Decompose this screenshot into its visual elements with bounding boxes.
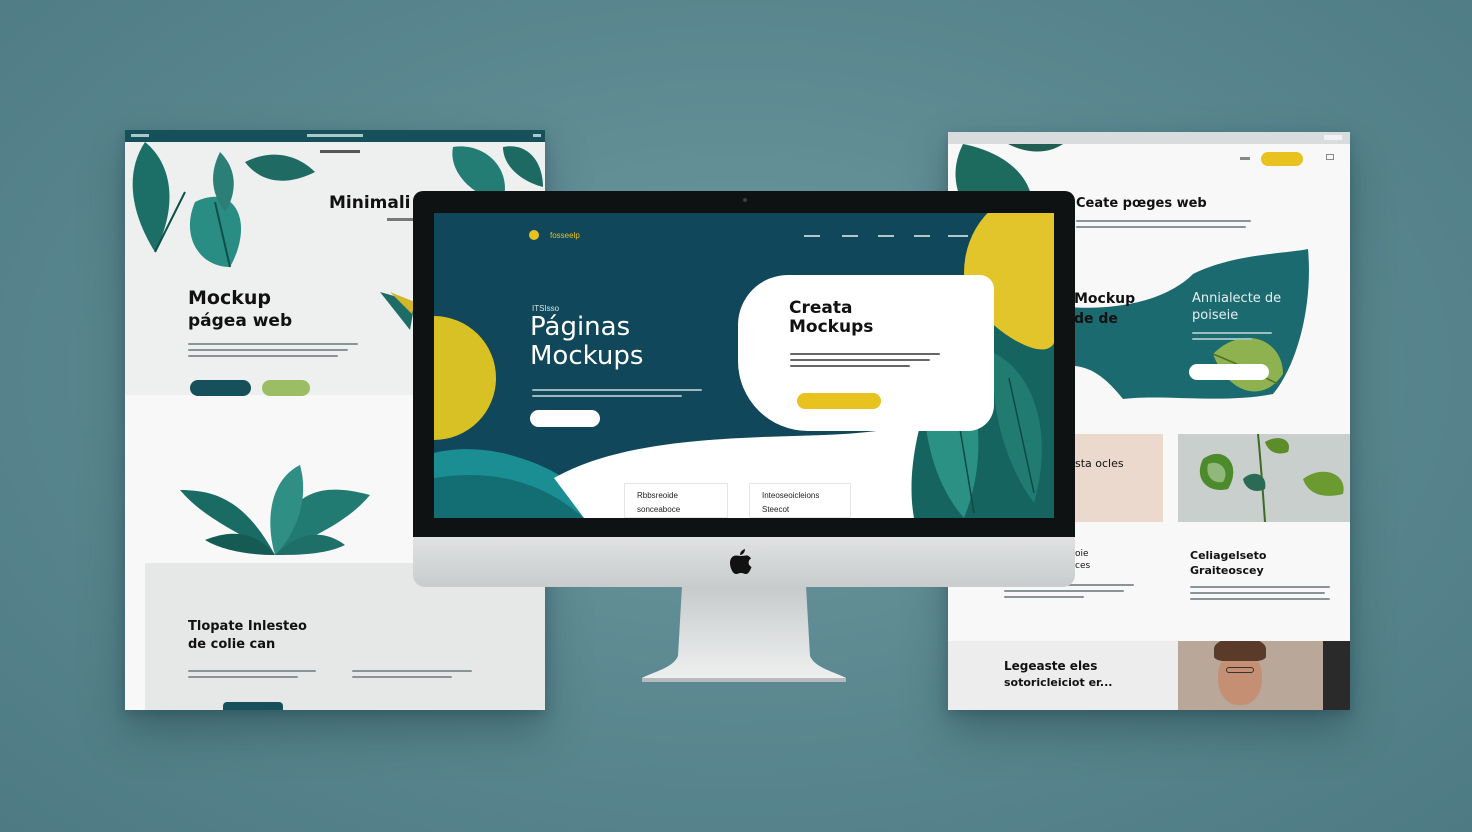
leaf-plant-icon xyxy=(1199,434,1344,522)
screen-tab2-line2: Steecot xyxy=(762,505,790,514)
screen-hero-title-line1: Páginas xyxy=(530,312,631,342)
right-banner-title-line2: poiseie xyxy=(1192,308,1239,323)
left-bottom-paragraph-1 xyxy=(188,670,318,678)
nav-link-1[interactable] xyxy=(804,235,820,237)
left-bottom-title-line1: Tlopate Inlesteo xyxy=(188,619,307,634)
left-nav-links[interactable] xyxy=(320,150,360,153)
right-footer-title-line1: Legeaste eles xyxy=(1004,659,1098,673)
imac-stand xyxy=(642,586,846,682)
left-bottom-paragraph-2 xyxy=(352,670,472,678)
screen-card-button[interactable] xyxy=(797,393,881,409)
left-bottom-title-line2: de colie can xyxy=(188,637,276,652)
screen-card-title-line1: Creata xyxy=(789,298,853,318)
screen-tab2-line1: Inteoseoicleions xyxy=(762,491,820,500)
right-beige-label: sta ocles xyxy=(1075,457,1124,470)
camera-icon xyxy=(743,198,747,202)
left-secondary-button[interactable] xyxy=(262,380,310,396)
right-browser-bar xyxy=(948,132,1350,144)
screen-primary-button[interactable] xyxy=(530,410,600,427)
screen-card-paragraph xyxy=(790,353,940,367)
nav-link-3[interactable] xyxy=(878,235,894,237)
right-col-paragraph xyxy=(1190,586,1330,600)
right-mid-title-line2: de de xyxy=(1074,311,1118,327)
right-cta-button[interactable] xyxy=(1261,152,1303,166)
right-banner-paragraph xyxy=(1192,332,1272,340)
nav-link-5[interactable] xyxy=(948,235,968,237)
right-small-label-line2: ces xyxy=(1075,561,1091,571)
left-browser-bar xyxy=(125,130,545,142)
screen-tab1-line1: Rbbsreoide xyxy=(637,491,678,500)
screen-tab1-line2: sonceaboce xyxy=(637,505,681,514)
brand-name[interactable]: fosseelp xyxy=(550,231,580,240)
left-primary-button[interactable] xyxy=(190,380,251,396)
screen-card-title-line2: Mockups xyxy=(789,317,874,337)
left-hero-title-line1: Mockup xyxy=(188,287,271,309)
apple-logo-icon xyxy=(730,549,752,574)
right-portrait-photo xyxy=(1178,641,1350,710)
left-hero-title-line2: págea web xyxy=(188,311,293,331)
right-nav-link[interactable] xyxy=(1240,157,1250,160)
right-banner-title-line1: Annialecte de xyxy=(1192,291,1282,306)
screen-hero-title-line2: Mockups xyxy=(530,341,644,371)
nav-link-2[interactable] xyxy=(842,235,858,237)
right-footer-title-line2: sotoricleiciot er... xyxy=(1004,676,1113,689)
leaf-plant-icon xyxy=(180,465,370,555)
brand-logo-icon xyxy=(529,230,539,240)
left-nav-title: Minimali xyxy=(329,193,411,213)
right-mid-title-line1: Mockup xyxy=(1074,291,1136,307)
imac-monitor-chin xyxy=(413,537,1075,587)
screen-hero-paragraph xyxy=(532,389,707,397)
right-hero-paragraph xyxy=(1076,220,1251,228)
right-col-title-line1: Celiagelseto xyxy=(1190,549,1267,562)
left-hero-paragraph xyxy=(188,343,358,357)
nav-link-4[interactable] xyxy=(914,235,930,237)
right-banner-button[interactable] xyxy=(1189,364,1269,380)
right-col-title-line2: Graiteoscey xyxy=(1190,564,1264,577)
menu-icon[interactable] xyxy=(1326,154,1334,160)
right-beige-card xyxy=(1066,434,1163,522)
right-hero-title: Ceate pœges web xyxy=(1076,196,1207,211)
left-footer-tab[interactable] xyxy=(223,702,283,710)
monitor-screen: fosseelp ITSIsso Páginas Mockups Creata … xyxy=(434,213,1054,518)
leaf-plant-icon xyxy=(132,142,315,268)
right-small-label-line1: oie xyxy=(1075,549,1089,559)
